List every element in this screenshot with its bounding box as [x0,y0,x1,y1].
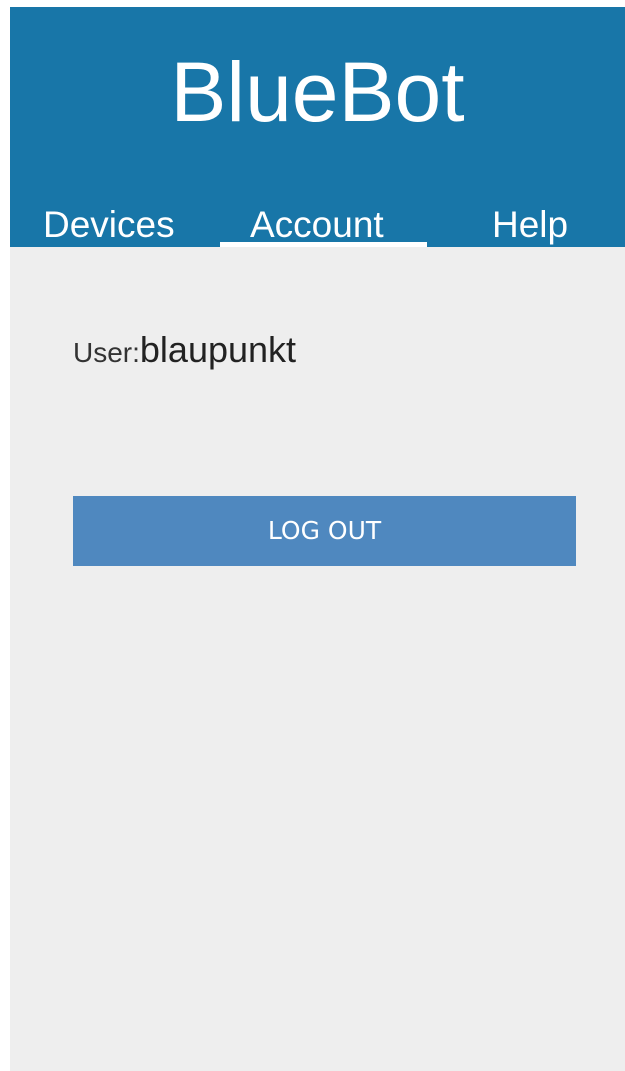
active-tab-indicator [220,242,427,247]
tab-bar: Devices Account Help [10,203,625,247]
user-info: User:blaupunkt [73,329,296,379]
tab-help[interactable]: Help [492,203,568,247]
logout-button[interactable]: LOG OUT [73,496,576,566]
tab-account[interactable]: Account [250,203,384,247]
app-screen: BlueBot Devices Account Help User:blaupu… [10,7,625,1071]
app-header: BlueBot Devices Account Help [10,7,625,247]
tab-devices[interactable]: Devices [43,203,175,247]
app-title: BlueBot [170,45,465,139]
username: blaupunkt [139,329,297,370]
user-label: User: [73,337,140,368]
